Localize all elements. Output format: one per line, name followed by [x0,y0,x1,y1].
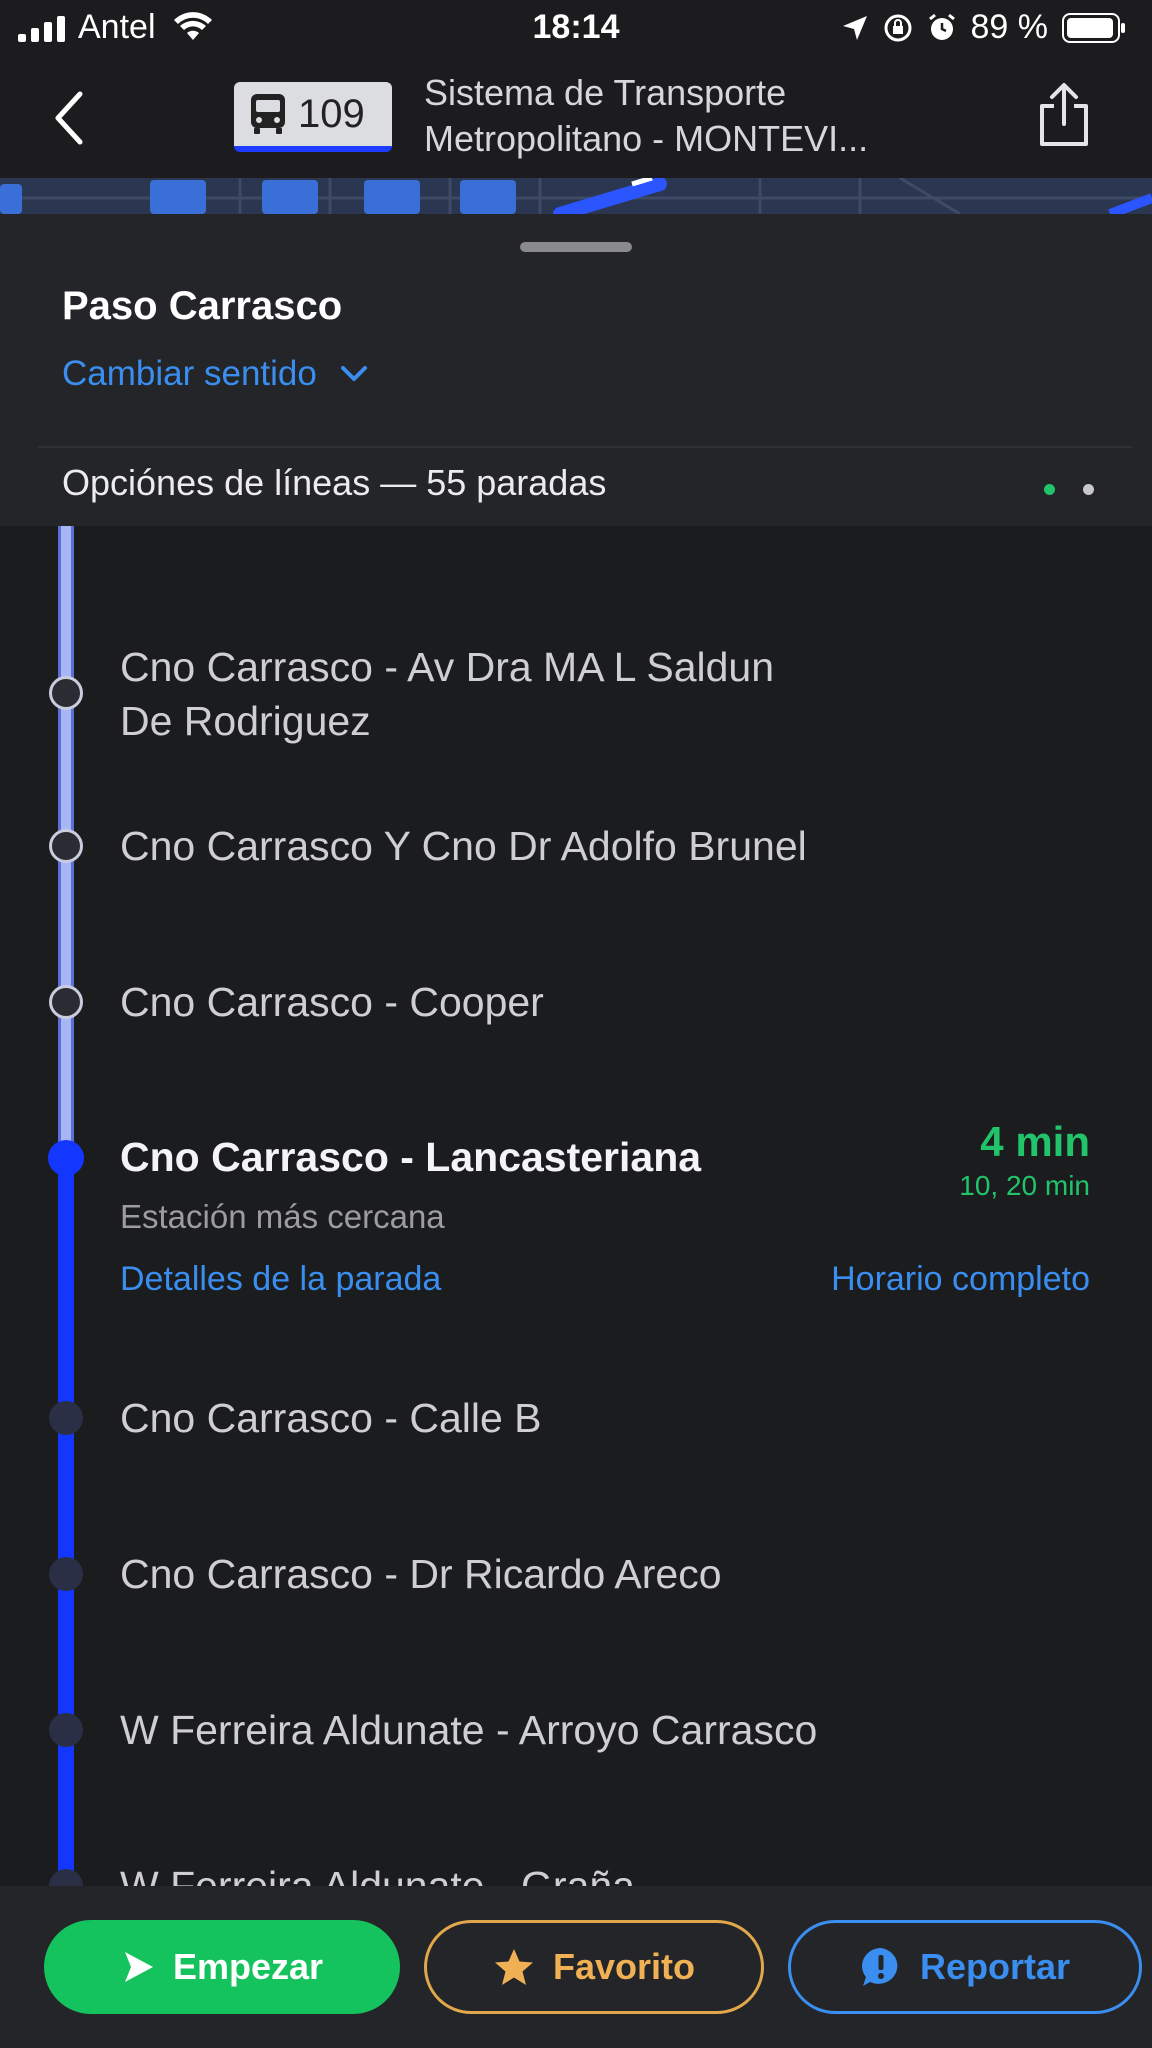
route-line-upcoming [58,1156,74,1886]
report-bubble-icon [862,1948,898,1986]
line-options-header: Opciónes de líneas — 55 paradas [62,462,607,503]
stop-node [49,985,83,1019]
eta-next: 10, 20 min [959,1170,1090,1201]
stop-name: W Ferreira Aldunate - Arroyo Carrasco [120,1707,818,1753]
list-item[interactable]: Cno Carrasco Y Cno Dr Adolfo Brunel [120,819,807,873]
stop-name: Cno Carrasco - Calle B [120,1395,542,1441]
stop-name: W Ferreira Aldunate - Graña [120,1863,635,1886]
rotation-lock-icon [884,14,911,41]
page-dot [1083,484,1094,495]
list-item[interactable]: Cno Carrasco - Dr Ricardo Areco [120,1547,722,1601]
battery-icon [1062,12,1125,43]
change-direction-button[interactable]: Cambiar sentido [62,354,369,394]
map-preview[interactable] [0,178,1152,214]
stop-name: Cno Carrasco - Lancasteriana [120,1134,702,1180]
bus-icon [251,94,285,134]
stop-node [49,829,83,863]
app-root: Antel 18:14 89 % 109 Sistema de Transpor… [0,0,1152,2048]
favorite-button[interactable]: Favorito [424,1920,764,2014]
stop-node [49,1713,83,1747]
agency-line-2: Metropolitano - MONTEVI... [424,118,869,159]
full-schedule-link[interactable]: Horario completo [831,1260,1090,1299]
stop-name: Cno Carrasco - Av Dra MA L Saldun [120,644,775,690]
page-dot-active [1044,484,1055,495]
route-header: 109 Sistema de Transporte Metropolitano … [0,58,1152,178]
sheet-drag-handle[interactable] [520,242,632,252]
list-item[interactable]: Cno Carrasco - Calle B [120,1391,542,1445]
status-bar: Antel 18:14 89 % [0,0,1152,58]
route-number: 109 [298,91,365,136]
nearest-station-label: Estación más cercana [120,1198,445,1235]
start-button[interactable]: Empezar [44,1920,400,2014]
stop-name: Cno Carrasco - Dr Ricardo Areco [120,1551,722,1597]
start-label: Empezar [172,1946,324,1987]
stop-name: Cno Carrasco Y Cno Dr Adolfo Brunel [120,823,807,869]
list-item[interactable]: W Ferreira Aldunate - Graña [120,1859,635,1886]
stop-details-link[interactable]: Detalles de la parada [120,1260,441,1299]
list-item[interactable]: Cno Carrasco - Cooper [120,975,544,1029]
share-icon[interactable] [1036,82,1092,148]
status-right: 89 % [841,8,1127,47]
favorite-label: Favorito [552,1946,695,1987]
agency-line-1: Sistema de Transporte [424,72,787,113]
page-indicator[interactable] [1044,484,1094,495]
stop-list[interactable]: Cno Carrasco - Av Dra MA L Saldun De Rod… [0,526,1152,1886]
agency-name: Sistema de Transporte Metropolitano - MO… [424,70,984,162]
report-label: Reportar [919,1946,1071,1987]
eta-primary: 4 min [980,1118,1090,1165]
stop-node [49,1869,83,1886]
change-direction-label: Cambiar sentido [62,354,317,393]
report-button[interactable]: Reportar [788,1920,1142,2014]
action-bar: Empezar Favorito Reportar [0,1886,1152,2048]
battery-percent: 89 % [970,8,1049,46]
list-item[interactable]: W Ferreira Aldunate - Arroyo Carrasco [120,1703,817,1757]
stop-node [49,676,83,710]
back-chevron-icon[interactable] [50,88,90,148]
current-stop[interactable]: Cno Carrasco - Lancasteriana [120,1130,701,1184]
alarm-icon [928,13,955,40]
route-badge: 109 [234,82,392,152]
list-item[interactable]: Cno Carrasco - Av Dra MA L Saldun De Rod… [120,640,774,748]
map-graphic [0,178,1152,214]
stop-node [49,1557,83,1591]
current-stop-node [48,1140,84,1176]
stop-name: Cno Carrasco - Cooper [120,979,544,1025]
location-arrow-icon [842,15,867,40]
stop-name-cont: De Rodriguez [120,698,371,744]
stop-node [49,1401,83,1435]
divider [38,446,1132,448]
navigation-arrow-icon [124,1952,153,1982]
star-icon [494,1949,533,1985]
page-title: Paso Carrasco [62,284,343,328]
chevron-down-icon [340,366,367,381]
